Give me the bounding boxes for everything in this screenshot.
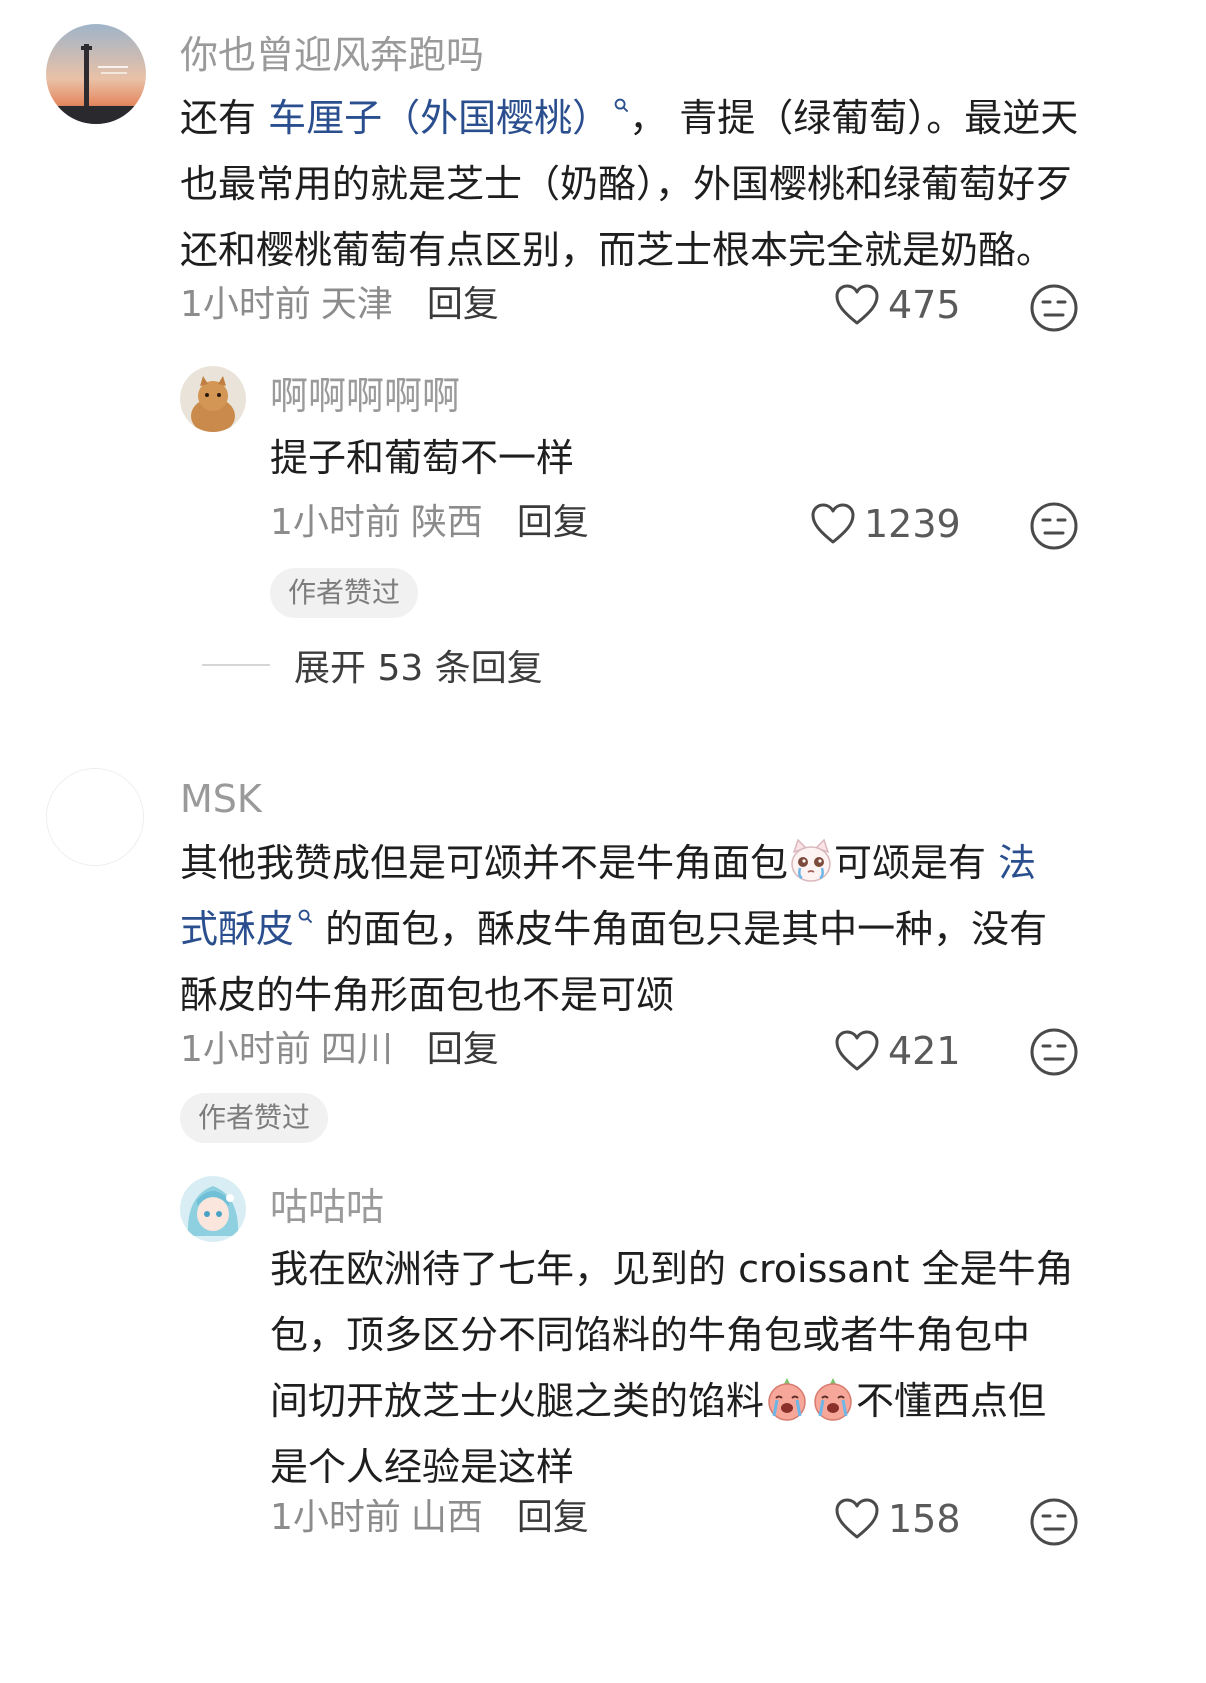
comment-meta: 1小时前 天津 回复 [180, 287, 499, 323]
text-line: 还和樱桃葡萄有点区别，而芝士根本完全就是奶酪。 [180, 228, 1055, 272]
location: 四川 [320, 1029, 393, 1070]
comment-text: 还有 车厘子（外国樱桃） ， 青提（绿葡萄）。最逆天 也最常用的就是芝士（奶酪），… [180, 85, 1078, 283]
text-segment: 其他我赞成但是可颂并不是牛角面包 [180, 841, 789, 885]
sunset-tower-avatar-icon [46, 24, 146, 124]
username[interactable]: 啊啊啊啊啊 [270, 377, 460, 415]
text-line: 酥皮的牛角形面包也不是可颂 [180, 973, 675, 1017]
reply-button[interactable]: 回复 [427, 284, 499, 325]
search-link[interactable]: 式酥皮 [180, 907, 294, 951]
like-button[interactable]: 421 [834, 1030, 961, 1072]
anime-girl-avatar-icon [180, 1176, 246, 1242]
text-segment: 的面包，酥皮牛角面包只是其中一种，没有 [313, 907, 1048, 951]
like-button[interactable]: 475 [834, 284, 961, 326]
like-button[interactable]: 158 [834, 1498, 961, 1540]
username[interactable]: 你也曾迎风奔跑吗 [180, 36, 484, 74]
heart-outline-icon [835, 1030, 879, 1071]
comment-text: 其他我赞成但是可颂并不是牛角面包 可颂是有 法 式酥皮 的面包，酥皮牛角面包只是其… [180, 830, 1047, 1028]
expand-replies-button[interactable]: 展开 53 条回复 [202, 640, 543, 690]
search-link[interactable]: 法 [998, 841, 1036, 885]
reply-button[interactable]: 回复 [517, 1497, 589, 1538]
expand-replies-label: 展开 53 条回复 [294, 648, 543, 689]
comment-meta: 1小时前 四川 回复 [180, 1032, 499, 1068]
cat-avatar-icon [180, 366, 246, 432]
reply-text: 提子和葡萄不一样 [270, 436, 575, 480]
crying-face-emoji-icon [768, 1378, 806, 1421]
text-line: 我在欧洲待了七年，见到的 croissant 全是牛角 [270, 1247, 1074, 1291]
text-line: 是个人经验是这样 [270, 1445, 575, 1489]
like-count: 421 [888, 1029, 961, 1073]
heart-outline-icon [835, 1498, 879, 1539]
timestamp: 1小时前 [270, 1497, 401, 1538]
reply-button[interactable]: 回复 [517, 502, 589, 543]
location: 陕西 [410, 502, 483, 543]
username[interactable]: MSK [180, 780, 262, 818]
timestamp: 1小时前 [180, 284, 311, 325]
like-count: 475 [888, 283, 961, 327]
text-segment: 可颂是有 [834, 841, 999, 885]
text-segment: 不懂西点但 [856, 1379, 1047, 1423]
search-icon[interactable] [614, 98, 629, 113]
author-liked-badge: 作者赞过 [270, 568, 419, 618]
search-link[interactable]: 车厘子（外国樱桃） [268, 96, 610, 140]
blank-avatar-icon [47, 769, 143, 865]
text-line: 包，顶多区分不同馅料的牛角包或者牛角包中 [270, 1313, 1031, 1357]
text-segment: 间切开放芝士火腿之类的馅料 [270, 1379, 765, 1423]
username[interactable]: 咕咕咕 [270, 1188, 384, 1226]
crying-cat-emoji-icon [791, 838, 831, 882]
like-count: 158 [888, 1497, 961, 1541]
avatar[interactable] [180, 366, 246, 432]
reply-text: 我在欧洲待了七年，见到的 croissant 全是牛角 包，顶多区分不同馅料的牛… [270, 1236, 1074, 1500]
avatar[interactable] [180, 1176, 246, 1242]
meh-face-icon[interactable] [1028, 1026, 1080, 1078]
meh-face-icon[interactable] [1028, 500, 1080, 552]
heart-outline-icon [835, 284, 879, 325]
location: 天津 [320, 284, 393, 325]
avatar[interactable] [46, 768, 144, 866]
reply-meta: 1小时前 山西 回复 [270, 1500, 589, 1536]
reply-meta: 1小时前 陕西 回复 [270, 505, 589, 541]
meh-face-icon[interactable] [1028, 282, 1080, 334]
avatar[interactable] [46, 24, 146, 124]
reply-button[interactable]: 回复 [427, 1029, 499, 1070]
location: 山西 [410, 1497, 483, 1538]
author-liked-badge: 作者赞过 [180, 1093, 329, 1143]
meh-face-icon[interactable] [1028, 1496, 1080, 1548]
crying-face-emoji-icon [814, 1378, 852, 1421]
timestamp: 1小时前 [180, 1029, 311, 1070]
search-icon[interactable] [298, 909, 313, 924]
like-count: 1239 [864, 502, 961, 546]
like-button[interactable]: 1239 [810, 503, 961, 545]
text-segment: 还有 [180, 96, 269, 140]
text-line: 也最常用的就是芝士（奶酪），外国樱桃和绿葡萄好歹 [180, 162, 1074, 206]
heart-outline-icon [811, 503, 855, 544]
text-segment: ， 青提（绿葡萄）。最逆天 [629, 96, 1079, 140]
timestamp: 1小时前 [270, 502, 401, 543]
divider [202, 664, 270, 666]
